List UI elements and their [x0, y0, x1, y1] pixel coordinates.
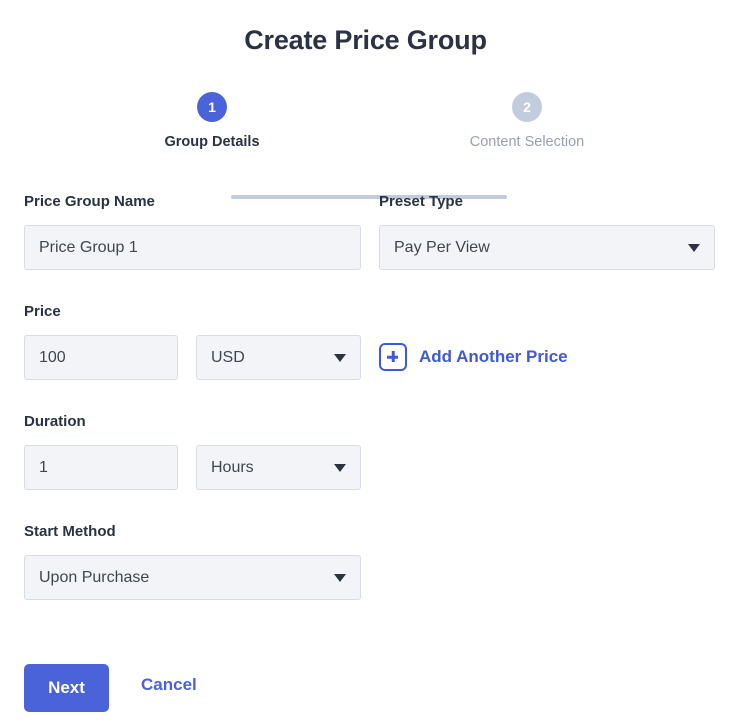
create-price-group-page: Create Price Group 1 Group Details 2 Con…	[0, 0, 731, 723]
start-method-value: Upon Purchase	[39, 568, 150, 586]
price-label: Price	[24, 303, 61, 320]
page-title: Create Price Group	[244, 25, 487, 55]
progress-stepper: 1 Group Details 2 Content Selection	[0, 92, 731, 199]
stepper-connector-line	[231, 195, 507, 199]
plus-square-icon	[379, 343, 407, 371]
price-group-name-label: Price Group Name	[24, 193, 155, 210]
stepper-step-group-details[interactable]: 1 Group Details	[152, 92, 272, 150]
duration-unit-value: Hours	[211, 458, 254, 476]
start-method-label: Start Method	[24, 523, 116, 540]
stepper-step-content-selection[interactable]: 2 Content Selection	[467, 92, 587, 150]
chevron-down-icon	[334, 463, 346, 472]
price-amount-input[interactable]: 100	[24, 335, 178, 380]
step-2-label: Content Selection	[469, 134, 585, 150]
price-currency-value: USD	[211, 348, 245, 366]
duration-label: Duration	[24, 413, 86, 430]
price-group-name-input[interactable]: Price Group 1	[24, 225, 361, 270]
price-amount-value: 100	[39, 348, 66, 366]
preset-type-select[interactable]: Pay Per View	[379, 225, 715, 270]
duration-unit-select[interactable]: Hours	[196, 445, 361, 490]
price-currency-select[interactable]: USD	[196, 335, 361, 380]
step-1-label: Group Details	[164, 134, 260, 150]
duration-amount-input[interactable]: 1	[24, 445, 178, 490]
start-method-select[interactable]: Upon Purchase	[24, 555, 361, 600]
duration-amount-value: 1	[39, 458, 48, 476]
price-group-name-value: Price Group 1	[39, 238, 138, 256]
chevron-down-icon	[688, 243, 700, 252]
preset-type-label: Preset Type	[379, 193, 463, 210]
preset-type-value: Pay Per View	[394, 238, 490, 256]
step-2-circle: 2	[512, 92, 542, 122]
step-1-circle: 1	[197, 92, 227, 122]
next-button[interactable]: Next	[24, 664, 109, 712]
chevron-down-icon	[334, 353, 346, 362]
cancel-button[interactable]: Cancel	[141, 675, 197, 695]
add-another-price-button[interactable]: Add Another Price	[379, 343, 568, 371]
add-another-price-label: Add Another Price	[419, 347, 568, 366]
chevron-down-icon	[334, 573, 346, 582]
